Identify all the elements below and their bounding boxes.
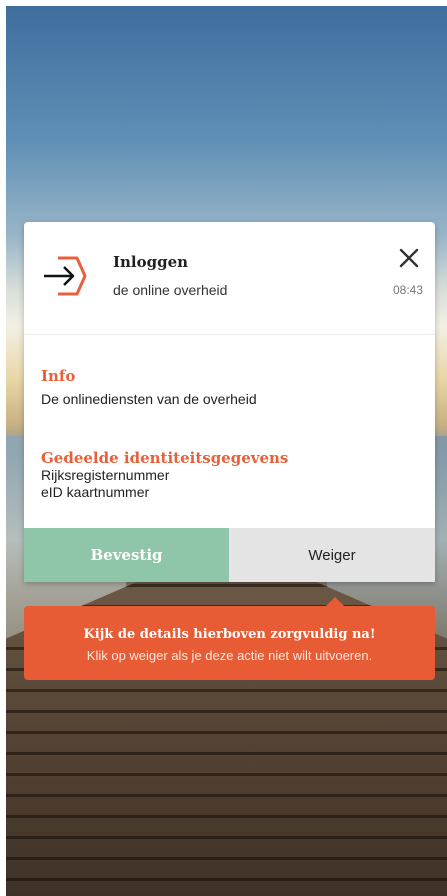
close-icon[interactable] [397,246,421,270]
reject-button[interactable]: Weiger [229,528,435,582]
request-title: Inloggen [113,253,189,271]
arrow-right-login-icon [44,256,87,296]
warning-banner: Kijk de details hierboven zorgvuldig na!… [24,597,435,680]
warning-text: Klik op weiger als je deze actie niet wi… [86,648,373,663]
warning-pointer [326,597,344,606]
card-header: Inloggen de online overheid 08:43 [24,222,435,335]
action-buttons: Bevestig Weiger [24,528,435,582]
warning-title: Kijk de details hierboven zorgvuldig na! [83,627,376,642]
info-heading: Info [41,367,76,385]
login-request-card: Inloggen de online overheid 08:43 Info D… [24,222,435,582]
shared-data-item: eID kaartnummer [41,484,150,500]
shared-data-item: Rijksregisternummer [41,467,170,483]
confirm-button[interactable]: Bevestig [24,528,229,582]
info-text: De onlinediensten van de overheid [41,391,257,407]
shared-data-heading: Gedeelde identiteitsgegevens [41,449,289,467]
request-subtitle: de online overheid [113,282,228,298]
request-time: 08:43 [392,283,423,297]
info-section: Info De onlinediensten van de overheid [41,367,257,407]
shared-data-section: Gedeelde identiteitsgegevens Rijksregist… [41,449,288,501]
